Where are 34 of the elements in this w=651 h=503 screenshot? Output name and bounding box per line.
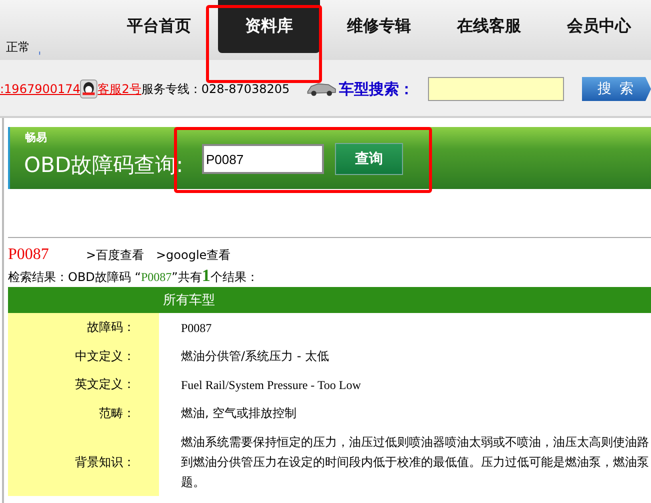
status-text: 正常: [6, 39, 30, 56]
field-value: Fuel Rail/System Pressure - Too Low: [181, 376, 361, 392]
query-button[interactable]: 查询: [335, 143, 403, 175]
field-label: 范畴：: [8, 398, 159, 427]
car-search-field[interactable]: [428, 77, 564, 101]
field-value: 到燃油分供管压力在设定的时间段内低于校准的最低值。压力过低可能是燃油泵，燃油泵: [181, 454, 649, 471]
field-label: 背景知识：: [8, 427, 159, 496]
field-label: 故障码：: [8, 313, 159, 341]
table-header: 所有车型: [8, 287, 651, 313]
service-link[interactable]: 客服2号: [98, 80, 142, 98]
field-label: 中文定义：: [8, 341, 159, 370]
field-value: 燃油分供管/系统压力 - 太低: [181, 348, 330, 365]
nav-tab[interactable]: 在线客服: [438, 0, 540, 53]
nav-tab[interactable]: 维修专辑: [328, 0, 430, 53]
field-label: 英文定义：: [8, 370, 159, 398]
nav-tab[interactable]: 资料库: [218, 0, 320, 53]
car-search-label: 车型搜索：: [338, 80, 414, 98]
status-mark: ˌ: [38, 42, 42, 56]
penguin-icon: [80, 78, 98, 100]
qq-number-link[interactable]: :1967900174: [0, 82, 80, 96]
obd-title: OBD故障码查询:: [24, 152, 184, 179]
brand-text: 畅易: [25, 130, 47, 145]
search-button[interactable]: 搜 索: [582, 77, 651, 101]
hotline-text: 服务专线：028-87038205: [141, 80, 290, 98]
nav-tab[interactable]: 平台首页: [108, 0, 210, 53]
field-value: P0087: [181, 320, 212, 336]
field-value: 燃油系统需要保持恒定的压力，油压过低则喷油器喷油太弱或不喷油，油压太高则使油路: [181, 434, 649, 451]
obd-code-field[interactable]: P0087: [202, 144, 324, 174]
field-value: 燃油, 空气或排放控制: [181, 405, 297, 422]
result-summary: 检索结果：OBD故障码 “P0087”共有1个结果：: [8, 266, 260, 286]
lookup-link[interactable]: >百度查看: [86, 247, 156, 264]
fault-code-title: P0087: [8, 246, 50, 264]
nav-tab[interactable]: 会员中心: [548, 0, 650, 53]
field-value: 题。: [181, 474, 206, 491]
